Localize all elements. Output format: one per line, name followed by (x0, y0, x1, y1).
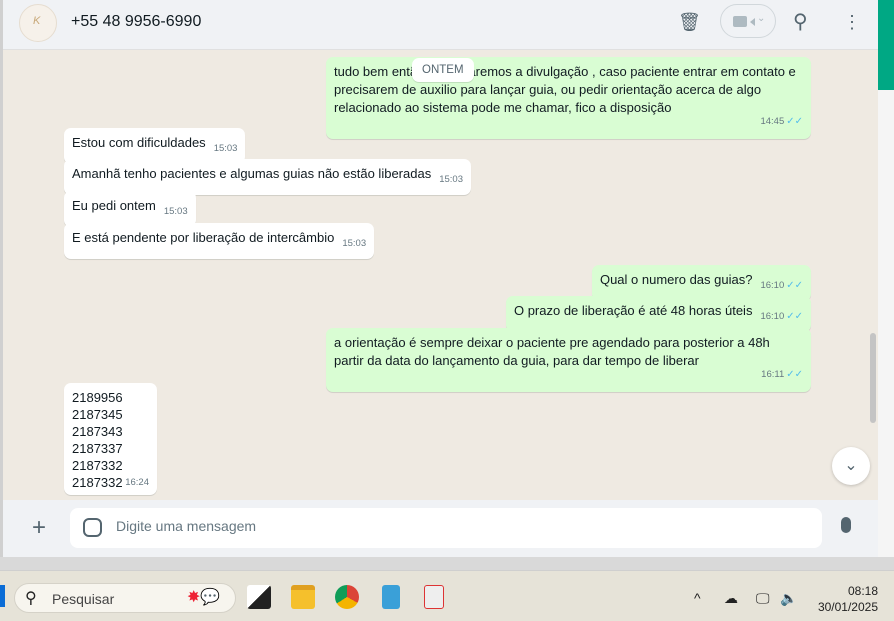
read-ticks-icon: ✓✓ (786, 280, 803, 291)
message-line: 2187345 (72, 407, 123, 422)
volume-icon[interactable]: 🔈 (780, 590, 797, 607)
notepad-icon[interactable] (382, 585, 400, 609)
message-time: 15:03 (213, 143, 238, 154)
search-highlight-icon: ✸💬 (187, 589, 221, 606)
snipping-tool-icon[interactable] (424, 585, 444, 609)
message-text: E está pendente por liberação de intercâ… (72, 230, 335, 245)
menu-icon[interactable]: ⋮ (843, 12, 861, 33)
microphone-icon[interactable] (841, 517, 851, 533)
search-icon: ⚲ (25, 590, 37, 607)
scrollbar[interactable] (870, 333, 876, 423)
date-chip: ONTEM (412, 58, 474, 82)
message-outgoing[interactable]: O prazo de liberação é até 48 horas útei… (505, 296, 811, 332)
message-outgoing[interactable]: tudo bem então, Reativaremos a divulgaçã… (326, 57, 811, 139)
clock[interactable]: 08:18 30/01/2025 (806, 583, 878, 615)
message-list: tudo bem então, Reativaremos a divulgaçã… (3, 50, 878, 500)
cloud-off-icon[interactable]: ☁ (724, 590, 738, 607)
message-input-box[interactable] (70, 508, 822, 548)
message-line: 2187343 (72, 424, 123, 439)
scroll-down-button[interactable]: ⌄ (832, 447, 870, 485)
network-icon[interactable]: 🖵 (756, 590, 770, 607)
message-text: O prazo de liberação é até 48 horas útei… (513, 303, 753, 318)
composer: + (3, 500, 878, 557)
video-camera-icon (733, 16, 747, 27)
chrome-icon[interactable] (335, 585, 359, 609)
taskbar: ⚲ Pesquisar ✸💬 ^ ☁ 🖵 🔈 08:18 30/01/2025 (0, 570, 894, 621)
message-time: 15:03 (342, 238, 367, 249)
message-input[interactable] (116, 518, 716, 534)
background-window-edge (878, 0, 894, 557)
trash-icon[interactable]: 🗑 (678, 12, 701, 33)
message-line: 2189956 (72, 390, 123, 405)
message-text: Eu pedi ontem (72, 198, 156, 213)
message-time: 15:03 (439, 174, 463, 185)
chevron-down-icon: ⌄ (757, 13, 766, 24)
message-text: Amanhã tenho pacientes e algumas guias n… (72, 166, 432, 181)
message-incoming[interactable]: Amanhã tenho pacientes e algumas guias n… (64, 159, 471, 195)
message-time: 14:45 (760, 116, 785, 127)
message-time: 16:10 (760, 311, 785, 322)
read-ticks-icon: ✓✓ (786, 369, 803, 380)
show-hidden-icons[interactable]: ^ (694, 590, 701, 606)
message-incoming[interactable]: E está pendente por liberação de intercâ… (64, 223, 375, 259)
message-time: 16:24 (125, 477, 149, 488)
whatsapp-window: K +55 48 9956-6990 🗑 ⌄ ⚲ ⋮ tudo bem entã… (0, 0, 878, 557)
clock-date: 30/01/2025 (817, 600, 878, 614)
read-ticks-icon: ✓✓ (786, 311, 803, 322)
task-view-icon[interactable] (247, 585, 271, 609)
taskbar-search[interactable]: ⚲ Pesquisar ✸💬 (14, 583, 236, 613)
message-time: 16:11 (761, 369, 785, 380)
read-ticks-icon: ✓✓ (786, 116, 803, 127)
contact-avatar[interactable]: K (19, 4, 57, 42)
message-time: 16:10 (760, 280, 785, 291)
message-line: 2187332 (72, 458, 123, 473)
video-call-button[interactable]: ⌄ (720, 4, 776, 38)
file-explorer-icon[interactable] (291, 585, 315, 609)
message-text: Estou com dificuldades (72, 135, 206, 150)
message-line: 2187337 (72, 441, 123, 456)
message-text: Qual o numero das guias? (599, 272, 753, 287)
clock-time: 08:18 (847, 584, 878, 598)
message-outgoing[interactable]: a orientação é sempre deixar o paciente … (326, 328, 811, 392)
search-icon[interactable]: ⚲ (793, 9, 808, 34)
attach-plus-icon[interactable]: + (32, 514, 46, 542)
message-incoming[interactable]: Eu pedi ontem 15:03 (64, 191, 196, 227)
message-time: 15:03 (163, 206, 188, 217)
sticker-icon[interactable] (83, 518, 102, 537)
search-label: Pesquisar (52, 591, 115, 607)
contact-name[interactable]: +55 48 9956-6990 (71, 13, 201, 31)
message-incoming[interactable]: 2189956 2187345 2187343 2187337 2187332 … (64, 383, 157, 495)
start-button[interactable] (0, 585, 5, 607)
chat-header: K +55 48 9956-6990 🗑 ⌄ ⚲ ⋮ (3, 0, 878, 50)
